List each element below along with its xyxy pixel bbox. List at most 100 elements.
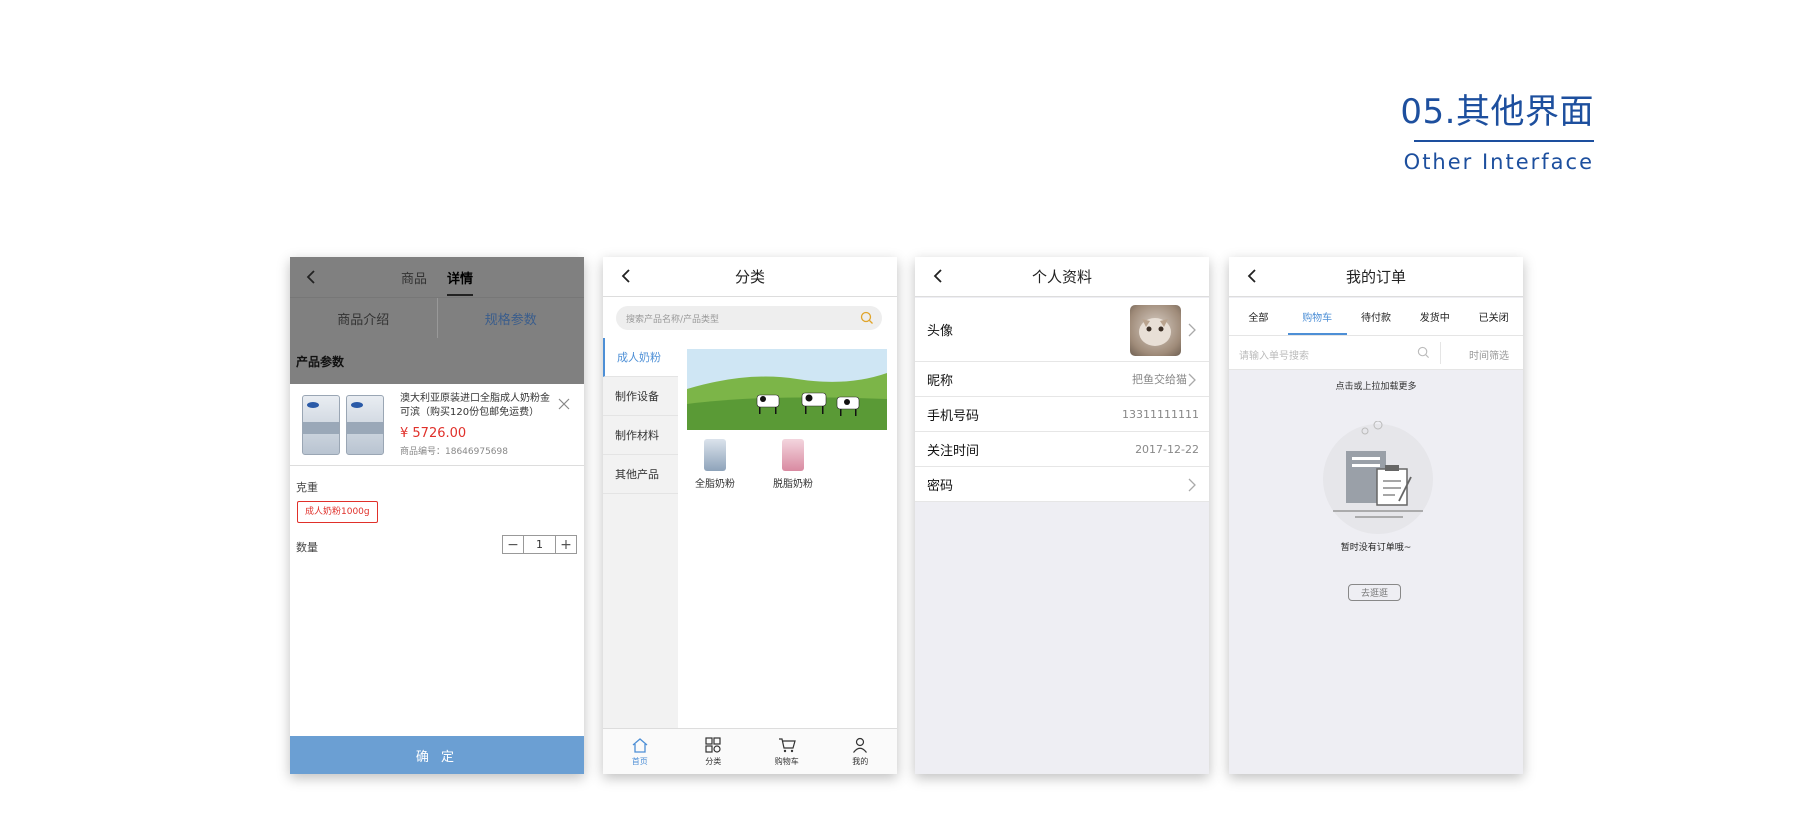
product-image — [782, 439, 804, 471]
category-sidebar: 成人奶粉 制作设备 制作材料 其他产品 — [603, 338, 678, 730]
profile-row-avatar[interactable]: 头像 — [915, 298, 1209, 362]
search-placeholder: 搜索产品名称/产品类型 — [626, 315, 720, 325]
product-name: 澳大利亚原装进口全脂成人奶粉金可滨（购买120份包邮免运费） — [400, 393, 550, 418]
avatar — [1130, 305, 1181, 356]
phone-value: 13311111111 — [1122, 407, 1199, 421]
follow-date-value: 2017-12-22 — [1135, 442, 1199, 456]
section-title: 05.其他界面 — [1400, 92, 1594, 132]
quantity-value[interactable]: 1 — [523, 536, 556, 553]
product-grid: 全脂奶粉 脱脂奶粉 — [687, 439, 821, 490]
page-title: 分类 — [734, 268, 765, 286]
chevron-right-icon — [1188, 478, 1196, 492]
tab-closed[interactable]: 已关闭 — [1464, 298, 1523, 335]
top-bar: 个人资料 — [915, 257, 1209, 297]
orders-screen: 我的订单 全部 购物车 待付款 发货中 已关闭 请输入单号搜索 时间筛选 点击或… — [1229, 257, 1523, 774]
product-spec-screen: 商品 详情 商品介绍 规格参数 产品参数 澳大利亚原装进口全脂成人奶粉金可滨（购… — [290, 257, 584, 774]
tab-home[interactable]: 首页 — [603, 729, 677, 774]
profile-row-follow-date: 关注时间 2017-12-22 — [915, 432, 1209, 467]
row-label: 昵称 — [927, 373, 954, 389]
product-tile-label: 脱脂奶粉 — [773, 479, 813, 490]
section-heading: 05.其他界面 Other Interface — [1400, 92, 1594, 174]
top-bar: 我的订单 — [1229, 257, 1523, 297]
row-label: 手机号码 — [927, 408, 980, 424]
empty-orders-text: 暂时没有订单哦~ — [1340, 543, 1412, 553]
divider — [1440, 342, 1441, 364]
tab-goods[interactable]: 商品 — [401, 262, 427, 293]
empty-orders-illustration — [1323, 421, 1433, 534]
product-image-2 — [346, 395, 384, 455]
product-tile-label: 全脂奶粉 — [695, 479, 735, 490]
subtab-intro[interactable]: 商品介绍 — [290, 298, 437, 338]
section-title-params: 产品参数 — [296, 355, 345, 369]
order-tabs: 全部 购物车 待付款 发货中 已关闭 — [1229, 298, 1523, 336]
product-code: 商品编号：18646975698 — [400, 447, 508, 457]
detail-tabs: 商品 详情 — [290, 257, 584, 297]
user-icon — [853, 737, 868, 753]
subtab-specs[interactable]: 规格参数 — [436, 298, 585, 338]
close-icon[interactable] — [558, 398, 570, 410]
category-item-other[interactable]: 其他产品 — [603, 455, 678, 494]
increment-button[interactable]: + — [556, 536, 576, 553]
profile-row-nickname[interactable]: 昵称 把鱼交给猫 — [915, 362, 1209, 397]
page-title: 个人资料 — [1031, 268, 1092, 286]
quantity-stepper: − 1 + — [502, 535, 577, 554]
product-tile-whole-milk[interactable]: 全脂奶粉 — [687, 439, 743, 490]
back-icon[interactable] — [617, 266, 637, 286]
tab-label: 我的 — [852, 756, 869, 766]
profile-row-password[interactable]: 密码 — [915, 467, 1209, 502]
tab-label: 分类 — [705, 756, 722, 766]
product-price: ¥ 5726.00 — [400, 426, 467, 441]
pasture-banner-image[interactable] — [687, 349, 887, 430]
back-icon[interactable] — [1243, 266, 1263, 286]
search-icon[interactable] — [860, 311, 874, 325]
tab-all[interactable]: 全部 — [1229, 298, 1288, 335]
go-shopping-button[interactable]: 去逛逛 — [1348, 584, 1401, 601]
cart-icon — [778, 737, 796, 752]
tab-shipping[interactable]: 发货中 — [1405, 298, 1464, 335]
decrement-button[interactable]: − — [503, 536, 523, 553]
product-tile-skim-milk[interactable]: 脱脂奶粉 — [765, 439, 821, 490]
load-more-hint[interactable]: 点击或上拉加载更多 — [1229, 379, 1523, 392]
profile-screen: 个人资料 头像 昵称 把鱼交给猫 手机号码 13311111111 关注时间 2… — [915, 257, 1209, 774]
tab-cart[interactable]: 购物车 — [1287, 298, 1347, 335]
time-filter-button[interactable]: 时间筛选 — [1469, 347, 1509, 362]
section-subtitle: Other Interface — [1403, 150, 1594, 174]
order-search-input[interactable]: 请输入单号搜索 — [1239, 347, 1309, 362]
nickname-value: 把鱼交给猫 — [1132, 373, 1187, 386]
grid-icon — [705, 736, 721, 753]
tab-label: 购物车 — [774, 756, 799, 766]
tab-category[interactable]: 分类 — [677, 729, 751, 774]
weight-option-chip[interactable]: 成人奶粉1000g — [297, 501, 378, 523]
quantity-label: 数量 — [296, 541, 318, 554]
profile-list: 头像 昵称 把鱼交给猫 手机号码 13311111111 关注时间 2017-1… — [915, 298, 1209, 502]
tab-pending-payment[interactable]: 待付款 — [1347, 298, 1406, 335]
back-icon[interactable] — [302, 267, 322, 287]
category-screen: 分类 搜索产品名称/产品类型 成人奶粉 制作设备 制作材料 其他产品 全脂奶粉 — [603, 257, 897, 774]
product-image — [302, 395, 340, 455]
category-item-adult-milk[interactable]: 成人奶粉 — [603, 338, 678, 377]
search-icon[interactable] — [1417, 346, 1430, 359]
order-search-bar: 请输入单号搜索 时间筛选 — [1229, 336, 1523, 370]
confirm-button[interactable]: 确 定 — [290, 736, 584, 774]
top-bar: 分类 — [603, 257, 897, 297]
home-icon — [632, 737, 648, 753]
row-label: 关注时间 — [927, 443, 980, 459]
profile-row-phone: 手机号码 13311111111 — [915, 397, 1209, 432]
category-item-equipment[interactable]: 制作设备 — [603, 377, 678, 416]
weight-label: 克重 — [296, 481, 318, 494]
bottom-tab-bar: 首页 分类 购物车 我的 — [603, 728, 897, 774]
row-label: 密码 — [927, 478, 954, 494]
category-item-materials[interactable]: 制作材料 — [603, 416, 678, 455]
chevron-right-icon — [1188, 373, 1196, 387]
title-divider — [1414, 140, 1594, 142]
tab-mine[interactable]: 我的 — [824, 729, 898, 774]
detail-subtabs: 商品介绍 规格参数 — [290, 297, 584, 338]
row-label: 头像 — [927, 324, 954, 339]
search-input[interactable]: 搜索产品名称/产品类型 — [616, 306, 882, 330]
tab-cart[interactable]: 购物车 — [750, 729, 824, 774]
back-icon[interactable] — [929, 266, 949, 286]
chevron-right-icon — [1188, 323, 1196, 337]
tab-details[interactable]: 详情 — [447, 262, 474, 296]
page-title: 我的订单 — [1345, 268, 1406, 286]
product-image — [704, 439, 726, 471]
